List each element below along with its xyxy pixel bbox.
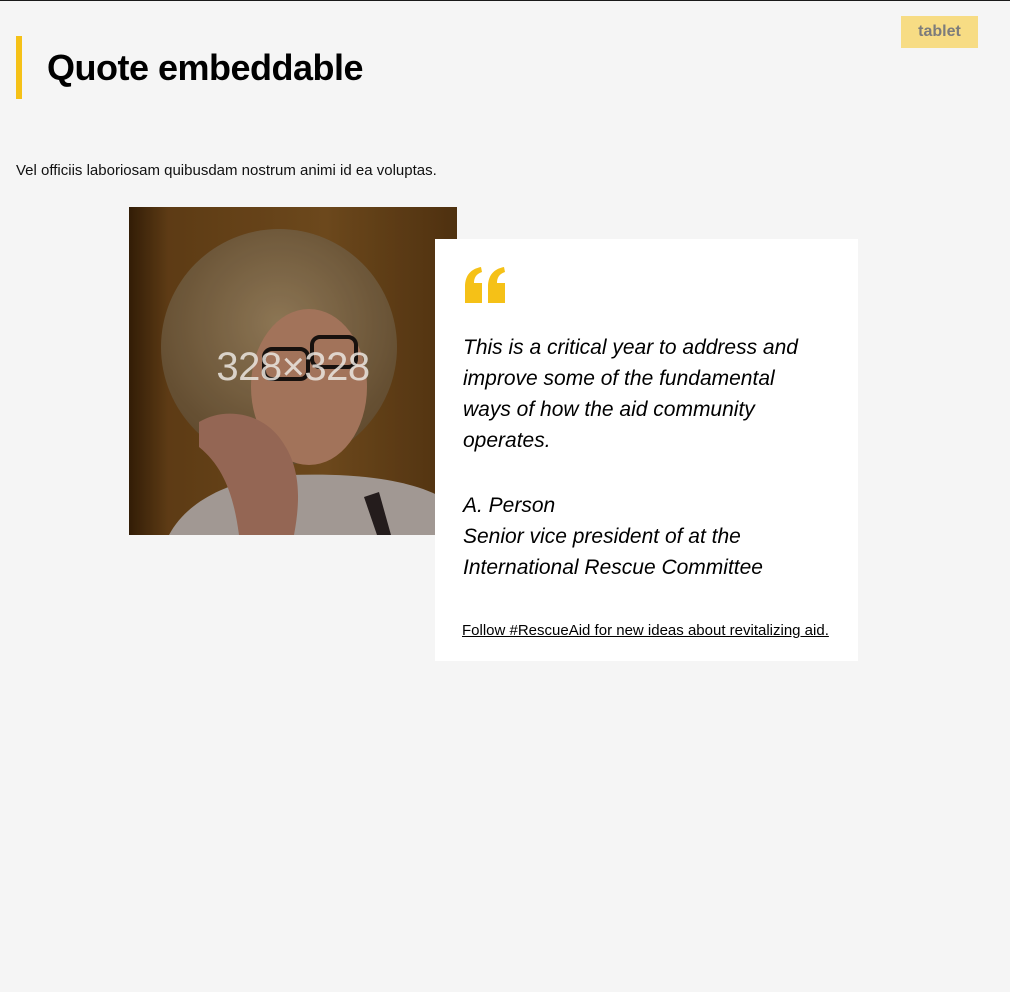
open-quote-icon	[463, 267, 507, 308]
quote-attribution: A. Person Senior vice president of at th…	[463, 490, 843, 583]
quote-card: This is a critical year to address and i…	[435, 239, 858, 661]
viewport-badge: tablet	[901, 16, 978, 48]
image-placeholder-label: 328×328	[216, 345, 370, 389]
author-title-line1: Senior vice president of at the	[463, 525, 741, 548]
quote-text: This is a critical year to address and i…	[463, 336, 798, 452]
quote-author-photo: 328×328	[129, 207, 457, 535]
page-title: Quote embeddable	[47, 46, 364, 88]
follow-rescueaid-link[interactable]: Follow #RescueAid for new ideas about re…	[462, 622, 829, 639]
title-block: Quote embeddable	[16, 36, 364, 99]
author-name: A. Person	[463, 494, 556, 517]
intro-text: Vel officiis laboriosam quibusdam nostru…	[16, 162, 437, 179]
author-title-line2: International Rescue Committee	[463, 556, 763, 579]
